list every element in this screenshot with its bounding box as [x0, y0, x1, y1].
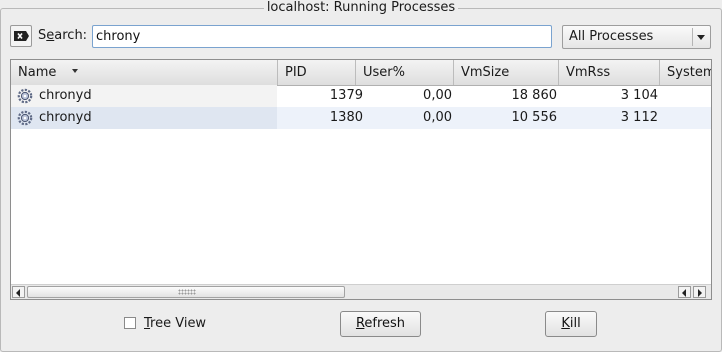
- sort-descending-icon: [72, 69, 78, 73]
- column-header-system[interactable]: System: [660, 60, 711, 85]
- arrow-left-icon: [16, 289, 20, 297]
- window-title: localhost: Running Processes: [0, 0, 722, 16]
- grip-icon: [178, 289, 196, 295]
- column-header-vmsize[interactable]: VmSize: [454, 60, 559, 85]
- table-row[interactable]: chronyd 1380 0,00 10 556 3 112: [11, 107, 711, 129]
- vmsize-cell: 10 556: [511, 110, 558, 125]
- scroll-left-button[interactable]: [12, 286, 25, 298]
- scroll-left-button-secondary[interactable]: [678, 286, 691, 298]
- pid-cell: 1379: [329, 88, 363, 103]
- process-name: chronyd: [39, 88, 92, 103]
- process-filter-select[interactable]: All Processes: [562, 25, 711, 49]
- refresh-button[interactable]: Refresh: [340, 311, 421, 337]
- process-gear-icon: [17, 110, 33, 126]
- vmsize-cell: 18 860: [511, 88, 558, 103]
- process-filter-value: All Processes: [569, 29, 654, 44]
- process-list[interactable]: Name PID User% VmSize VmRss System chron…: [10, 59, 712, 300]
- vmrss-cell: 3 104: [620, 88, 658, 103]
- system-cell: [660, 107, 711, 129]
- process-name-cell: chronyd: [11, 85, 277, 107]
- vmrss-cell: 3 112: [620, 110, 658, 125]
- scroll-right-button[interactable]: [693, 286, 706, 298]
- search-input[interactable]: [92, 25, 552, 48]
- column-header-pid[interactable]: PID: [278, 60, 356, 85]
- process-name: chronyd: [39, 110, 92, 125]
- arrow-left-icon: [682, 289, 686, 297]
- tree-view-label[interactable]: Tree View: [144, 316, 206, 331]
- tree-view-checkbox[interactable]: [124, 317, 136, 329]
- table-row[interactable]: chronyd 1379 0,00 18 860 3 104: [11, 85, 711, 107]
- system-cell: [660, 85, 711, 107]
- column-header-name[interactable]: Name: [11, 60, 278, 85]
- arrow-right-icon: [698, 289, 702, 297]
- kill-button[interactable]: Kill: [545, 311, 597, 337]
- column-header-vmrss[interactable]: VmRss: [559, 60, 660, 85]
- column-header-user[interactable]: User%: [356, 60, 454, 85]
- pid-cell: 1380: [329, 110, 363, 125]
- clear-search-button[interactable]: [10, 25, 32, 47]
- clear-search-icon: [14, 31, 29, 41]
- user-cell: 0,00: [423, 110, 452, 125]
- user-cell: 0,00: [423, 88, 452, 103]
- chevron-down-icon: [697, 35, 705, 40]
- process-name-cell: chronyd: [11, 107, 277, 129]
- horizontal-scrollbar[interactable]: [11, 284, 711, 299]
- process-gear-icon: [17, 88, 33, 104]
- list-header: Name PID User% VmSize VmRss System: [11, 60, 711, 86]
- scrollbar-thumb[interactable]: [27, 286, 345, 298]
- search-label: Search:: [38, 28, 88, 43]
